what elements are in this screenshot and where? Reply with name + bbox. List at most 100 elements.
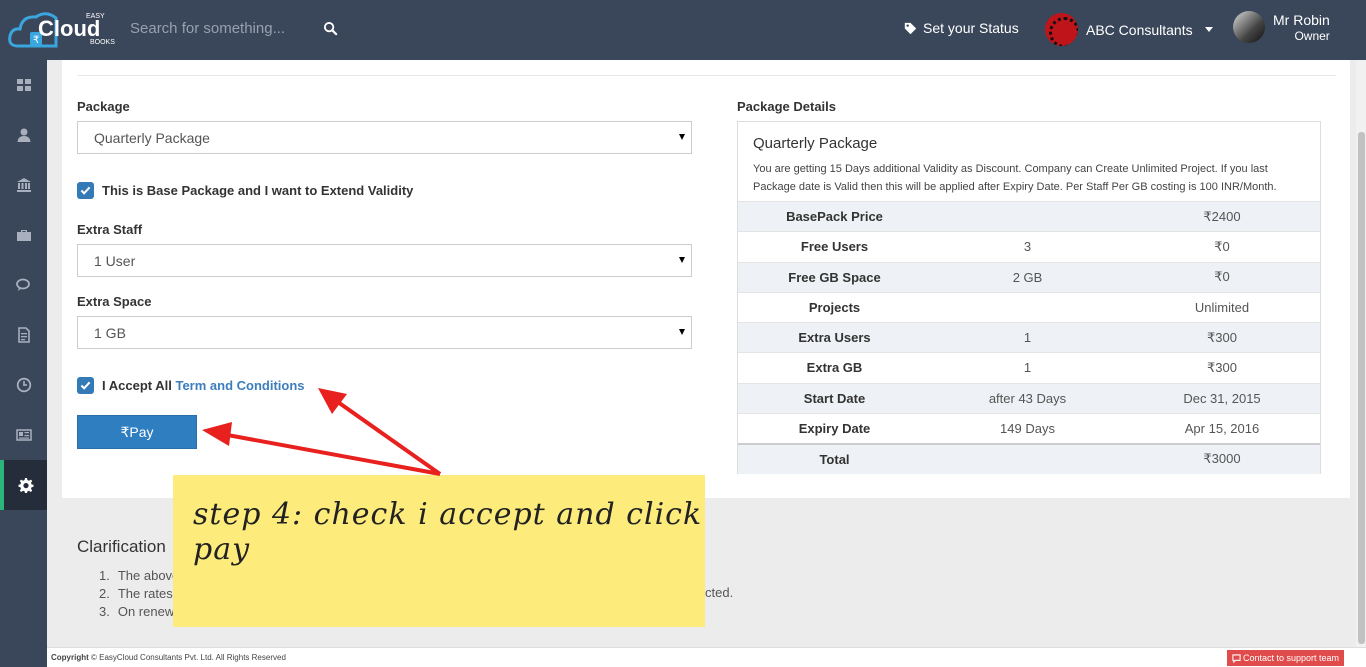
- footer: Copyright © EasyCloud Consultants Pvt. L…: [47, 647, 1366, 667]
- sidebar-item-news[interactable]: [0, 410, 47, 460]
- table-cell: ₹300: [1124, 352, 1320, 383]
- table-cell: 1: [931, 352, 1124, 383]
- scrollbar-thumb[interactable]: [1358, 132, 1365, 644]
- sidebar-item-users[interactable]: [0, 110, 47, 160]
- newspaper-icon: [15, 429, 32, 441]
- accept-terms-row[interactable]: I Accept All Term and Conditions: [77, 377, 305, 394]
- sidebar: [0, 60, 47, 667]
- table-cell: ₹2400: [1124, 200, 1320, 232]
- svg-text:Cloud: Cloud: [38, 16, 100, 41]
- accept-terms-label: I Accept All: [102, 378, 172, 393]
- table-cell: after 43 Days: [931, 382, 1124, 414]
- table-cell: Extra GB: [738, 352, 931, 383]
- sidebar-item-chat[interactable]: [0, 260, 47, 310]
- user-icon: [17, 128, 30, 142]
- table-row: Start Date after 43 Days Dec 31, 2015: [738, 382, 1320, 414]
- terms-link[interactable]: Term and Conditions: [175, 378, 304, 393]
- sidebar-item-history[interactable]: [0, 360, 47, 410]
- clarification-title: Clarification: [77, 537, 166, 556]
- divider: [78, 75, 1336, 76]
- extra-space-select[interactable]: 1 GB: [77, 316, 692, 349]
- table-cell: 3: [931, 231, 1124, 262]
- copyright-text: Copyright © EasyCloud Consultants Pvt. L…: [51, 653, 286, 662]
- table-row: Extra GB 1 ₹300: [738, 352, 1320, 383]
- tag-icon: [904, 22, 917, 34]
- gear-icon: [18, 478, 33, 493]
- table-cell: 2 GB: [931, 261, 1124, 293]
- sidebar-item-briefcase[interactable]: [0, 210, 47, 260]
- sidebar-item-bank[interactable]: [0, 160, 47, 210]
- chat-bubble-icon: [1232, 653, 1241, 663]
- table-cell: Apr 15, 2016: [1124, 412, 1320, 444]
- package-details-box: Quarterly Package You are getting 15 Day…: [737, 121, 1321, 474]
- user-role: Owner: [1294, 29, 1330, 43]
- chevron-down-icon: [1204, 27, 1213, 32]
- table-cell: [931, 291, 1124, 323]
- dropdown-arrow-icon: [679, 329, 685, 335]
- checkmark-icon: [80, 381, 91, 390]
- package-details-description: You are getting 15 Days additional Valid…: [753, 163, 1277, 193]
- clock-icon: [16, 377, 31, 393]
- table-row: Free Users 3 ₹0: [738, 231, 1320, 262]
- package-select[interactable]: Quarterly Package: [77, 121, 692, 154]
- table-row: Projects Unlimited: [738, 291, 1320, 323]
- table-cell: BasePack Price: [738, 200, 931, 232]
- table-cell: Free Users: [738, 231, 931, 262]
- document-icon: [17, 327, 30, 343]
- company-logo: [1045, 13, 1078, 46]
- table-cell: 1: [931, 321, 1124, 353]
- extra-staff-label: Extra Staff: [77, 222, 143, 237]
- base-package-checkbox-row[interactable]: This is Base Package and I want to Exten…: [77, 182, 413, 199]
- dashboard-icon: [16, 79, 31, 91]
- package-details-title: Package Details: [737, 99, 837, 114]
- sidebar-item-documents[interactable]: [0, 310, 47, 360]
- extra-staff-select-value: 1 User: [94, 253, 136, 269]
- checkmark-icon: [80, 186, 91, 195]
- accept-terms-checkbox[interactable]: [77, 377, 94, 394]
- company-selector[interactable]: ABC Consultants: [1045, 13, 1213, 46]
- table-cell: Expiry Date: [738, 412, 931, 444]
- contact-support-button[interactable]: Contact to support team: [1227, 650, 1345, 666]
- table-cell: Extra Users: [738, 321, 931, 353]
- table-row: Free GB Space 2 GB ₹0: [738, 261, 1320, 293]
- package-details-table: BasePack Price ₹2400 Free Users 3 ₹0 Free GB …: [738, 200, 1320, 474]
- base-package-checkbox[interactable]: [77, 182, 94, 199]
- table-row: Total ₹3000: [738, 442, 1320, 474]
- annotation-note: step 4: check i accept and click pay: [173, 475, 705, 627]
- briefcase-icon: [16, 230, 31, 241]
- sidebar-item-dashboard[interactable]: [0, 60, 47, 110]
- dropdown-arrow-icon: [679, 257, 685, 263]
- svg-text:BOOKS: BOOKS: [90, 39, 115, 46]
- extra-space-label: Extra Space: [77, 294, 152, 309]
- list-item: 2. The rates: [99, 586, 173, 601]
- base-package-check-label: This is Base Package and I want to Exten…: [102, 183, 414, 198]
- table-cell: [931, 200, 1124, 232]
- search-input[interactable]: Search for something...: [130, 20, 285, 37]
- table-cell: Total: [738, 442, 931, 474]
- bank-icon: [16, 178, 31, 192]
- user-name: Mr Robin: [1273, 12, 1330, 28]
- contact-support-label: Contact to support team: [1243, 653, 1340, 663]
- package-select-value: Quarterly Package: [94, 130, 210, 146]
- user-menu[interactable]: Mr Robin Owner: [1233, 11, 1330, 43]
- extra-staff-select[interactable]: 1 User: [77, 244, 692, 277]
- chat-icon: [15, 278, 30, 291]
- table-cell: 149 Days: [931, 412, 1124, 444]
- table-cell: Projects: [738, 291, 931, 323]
- search-icon[interactable]: [323, 21, 339, 37]
- list-item: 1. The above: [99, 568, 180, 583]
- table-cell: Unlimited: [1124, 291, 1320, 323]
- package-details-name: Quarterly Package: [753, 135, 878, 152]
- table-cell: Dec 31, 2015: [1124, 382, 1320, 414]
- main-panel: Package Quarterly Package This is Base P…: [62, 60, 1350, 498]
- table-cell: [931, 442, 1124, 474]
- sidebar-item-settings[interactable]: [0, 460, 47, 510]
- easycloud-logo[interactable]: ₹ EASY Cloud BOOKS: [8, 6, 120, 52]
- table-cell: Start Date: [738, 382, 931, 414]
- avatar: [1233, 11, 1265, 43]
- extra-space-select-value: 1 GB: [94, 325, 126, 341]
- table-row: Expiry Date 149 Days Apr 15, 2016: [738, 412, 1320, 444]
- pay-button[interactable]: ₹Pay: [77, 415, 197, 449]
- set-status-button[interactable]: Set your Status: [904, 20, 1019, 36]
- table-row: BasePack Price ₹2400: [738, 200, 1320, 232]
